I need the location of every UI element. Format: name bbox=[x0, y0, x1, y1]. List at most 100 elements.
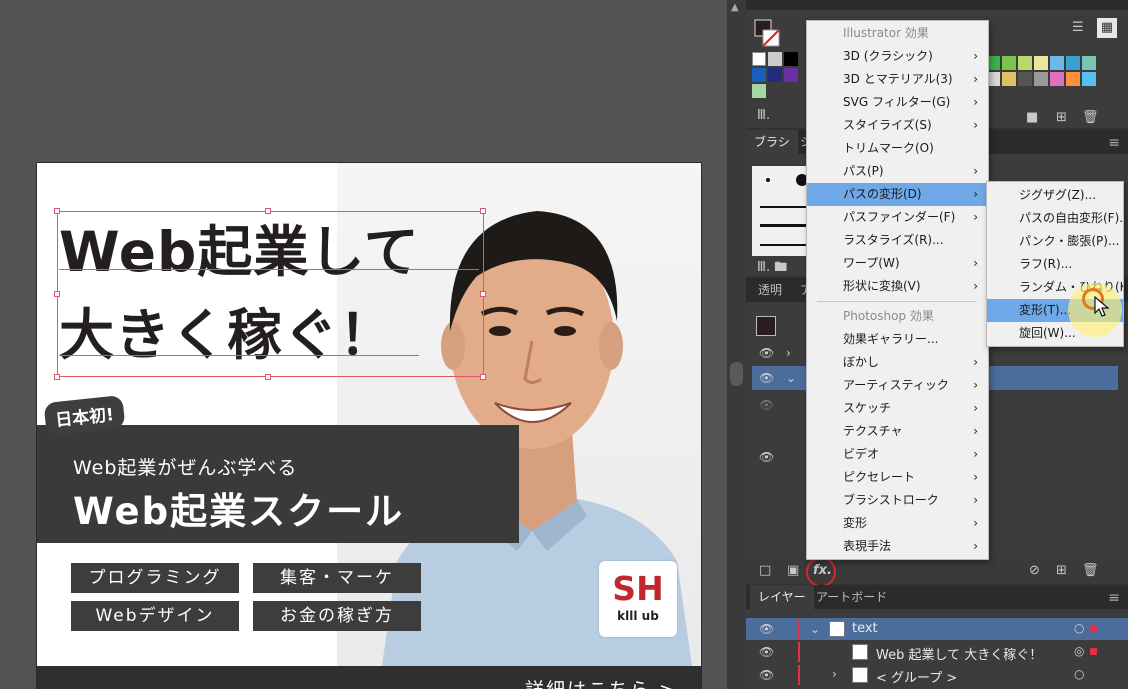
menu-separator bbox=[817, 301, 977, 302]
chevron-right-icon: › bbox=[973, 401, 978, 415]
menu-item-stylize[interactable]: スタイライズ(S) › bbox=[807, 114, 988, 137]
grid-view-icon[interactable]: ▦ bbox=[1097, 18, 1117, 38]
menu-item-distort-transform[interactable]: パスの変形(D) › bbox=[807, 183, 988, 206]
layer-name[interactable]: text bbox=[852, 621, 878, 636]
logo-subtext: klll ub bbox=[617, 609, 659, 623]
layer-row-text[interactable]: 👁 ⌄ text ○ bbox=[746, 618, 1128, 640]
eye-icon[interactable]: 👁 bbox=[759, 398, 774, 412]
fill-stroke-icon[interactable] bbox=[753, 18, 783, 48]
tab-layers[interactable]: レイヤー bbox=[750, 585, 814, 609]
menu-item-svg-filter[interactable]: SVG フィルター(G) › bbox=[807, 91, 988, 114]
list-view-icon[interactable]: ☰ bbox=[1072, 20, 1084, 35]
menu-item-convert-shape[interactable]: 形状に変換(V) › bbox=[807, 275, 988, 298]
delete-icon[interactable]: 🗑 bbox=[1082, 563, 1099, 578]
eye-icon[interactable]: 👁 bbox=[759, 346, 774, 360]
menu-item-3d-material[interactable]: 3D とマテリアル(3) › bbox=[807, 68, 988, 91]
submenu-item-zigzag[interactable]: ジグザグ(Z)... bbox=[987, 184, 1123, 207]
chevron-up-icon[interactable]: ▲ bbox=[731, 2, 739, 13]
eye-icon[interactable]: 👁 bbox=[759, 371, 774, 385]
tag-money: お金の稼ぎ方 bbox=[253, 601, 421, 631]
layer-row-group[interactable]: 👁 › < グループ > ○ bbox=[746, 664, 1128, 686]
selection-bounding-box[interactable] bbox=[57, 211, 484, 377]
selection-handle[interactable] bbox=[480, 374, 486, 380]
submenu-item-free-distort[interactable]: パスの自由変形(F)... bbox=[987, 207, 1123, 230]
brush-library-icon[interactable]: Ⅲ. 🖿 bbox=[757, 258, 787, 280]
menu-item-pixelate[interactable]: ピクセレート › bbox=[807, 466, 988, 489]
menu-item-distort[interactable]: 変形 › bbox=[807, 512, 988, 535]
no-icon[interactable]: ⊘ bbox=[1029, 563, 1040, 578]
swatch-library-icon[interactable]: Ⅲ. bbox=[757, 108, 770, 123]
effect-menu: Illustrator 効果 3D (クラシック) › 3D とマテリアル(3) ›… bbox=[806, 20, 989, 560]
delete-icon[interactable]: 🗑 bbox=[1082, 110, 1099, 125]
appearance-footer bbox=[746, 558, 1128, 584]
folder-icon[interactable]: ■ bbox=[1026, 110, 1038, 125]
selection-indicator[interactable] bbox=[1090, 625, 1097, 632]
tag-marketing: 集客・マーケ bbox=[253, 563, 421, 593]
selection-indicator[interactable] bbox=[1090, 648, 1097, 655]
eye-icon[interactable]: 👁 bbox=[759, 622, 774, 636]
menu-item-effect-gallery[interactable]: 効果ギャラリー... bbox=[807, 328, 988, 351]
scroll-thumb[interactable] bbox=[730, 362, 743, 386]
artboard[interactable]: Web起業して 大きく稼ぐ！ 日本初! Web起業がぜんぶ学べる Web起業スク… bbox=[36, 162, 702, 689]
menu-item-stylize-ps[interactable]: 表現手法 › bbox=[807, 535, 988, 558]
fx-highlight-circle bbox=[806, 557, 836, 587]
chevron-right-icon: › bbox=[973, 447, 978, 461]
panel-scroll-column[interactable] bbox=[727, 0, 746, 689]
menu-item-rasterize[interactable]: ラスタライズ(R)... bbox=[807, 229, 988, 252]
chevron-right-icon[interactable]: › bbox=[786, 346, 791, 360]
submenu-item-pucker-bloat[interactable]: パンク・膨張(P)... bbox=[987, 230, 1123, 253]
chevron-down-icon[interactable]: ⌄ bbox=[786, 371, 796, 385]
layer-name[interactable]: < グループ > bbox=[876, 667, 957, 686]
menu-item-3d-classic[interactable]: 3D (クラシック) › bbox=[807, 45, 988, 68]
eye-icon[interactable]: 👁 bbox=[759, 645, 774, 659]
eye-icon[interactable]: 👁 bbox=[759, 450, 774, 464]
tab-transparency[interactable]: 透明 bbox=[750, 278, 790, 302]
selection-handle[interactable] bbox=[480, 291, 486, 297]
selection-handle[interactable] bbox=[480, 208, 486, 214]
target-icon[interactable]: ○ bbox=[1074, 667, 1084, 681]
selection-handle[interactable] bbox=[265, 208, 271, 214]
chevron-down-icon[interactable]: ⌄ bbox=[810, 622, 820, 636]
brush-list[interactable] bbox=[752, 166, 808, 256]
stroke-icon[interactable]: ▣ bbox=[787, 563, 799, 578]
text-baseline bbox=[59, 269, 479, 270]
menu-item-path[interactable]: パス(P) › bbox=[807, 160, 988, 183]
target-icon[interactable]: ○ bbox=[1074, 621, 1084, 635]
menu-item-trim-marks[interactable]: トリムマーク(O) bbox=[807, 137, 988, 160]
submenu-item-roughen[interactable]: ラフ(R)... bbox=[987, 253, 1123, 276]
chevron-right-icon[interactable]: › bbox=[832, 667, 837, 681]
panel-menu-icon[interactable]: ≡ bbox=[1108, 590, 1120, 606]
selection-handle[interactable] bbox=[54, 208, 60, 214]
tag-programming: プログラミング bbox=[71, 563, 239, 593]
menu-item-brush-strokes[interactable]: ブラシストローク › bbox=[807, 489, 988, 512]
menu-item-warp[interactable]: ワープ(W) › bbox=[807, 252, 988, 275]
layer-name[interactable]: Web 起業して 大きく稼ぐ！ bbox=[876, 644, 1042, 663]
duplicate-icon[interactable]: ⊞ bbox=[1056, 563, 1067, 578]
tab-artboards[interactable]: アートボード bbox=[808, 585, 895, 609]
chevron-right-icon: › bbox=[973, 187, 978, 201]
menu-item-blur[interactable]: ぼかし › bbox=[807, 351, 988, 374]
tab-brush[interactable]: ブラシ bbox=[746, 130, 798, 154]
chevron-right-icon: › bbox=[973, 49, 978, 63]
menu-item-video[interactable]: ビデオ › bbox=[807, 443, 988, 466]
layer-color-bar bbox=[798, 642, 800, 662]
eye-icon[interactable]: 👁 bbox=[759, 668, 774, 682]
menu-header-photoshop: Photoshop 効果 bbox=[843, 309, 934, 323]
new-swatch-icon[interactable]: ⊞ bbox=[1056, 110, 1067, 125]
school-name: Web起業スクール bbox=[73, 490, 405, 533]
menu-item-pathfinder[interactable]: パスファインダー(F) › bbox=[807, 206, 988, 229]
menu-item-artistic[interactable]: アーティスティック › bbox=[807, 374, 988, 397]
selection-handle[interactable] bbox=[265, 374, 271, 380]
appearance-thumbnail bbox=[756, 316, 776, 336]
chevron-right-icon: › bbox=[973, 539, 978, 553]
school-subtitle: Web起業がぜんぶ学べる bbox=[73, 457, 298, 479]
target-icon[interactable]: ◎ bbox=[1074, 644, 1084, 658]
panel-menu-icon[interactable]: ≡ bbox=[1108, 135, 1120, 151]
selection-handle[interactable] bbox=[54, 291, 60, 297]
chevron-right-icon: › bbox=[973, 516, 978, 530]
clear-appearance-icon[interactable]: □ bbox=[759, 563, 771, 578]
layer-row-headline[interactable]: 👁 Web 起業して 大きく稼ぐ！ ◎ bbox=[746, 641, 1128, 663]
selection-handle[interactable] bbox=[54, 374, 60, 380]
menu-item-sketch[interactable]: スケッチ › bbox=[807, 397, 988, 420]
menu-item-texture[interactable]: テクスチャ › bbox=[807, 420, 988, 443]
